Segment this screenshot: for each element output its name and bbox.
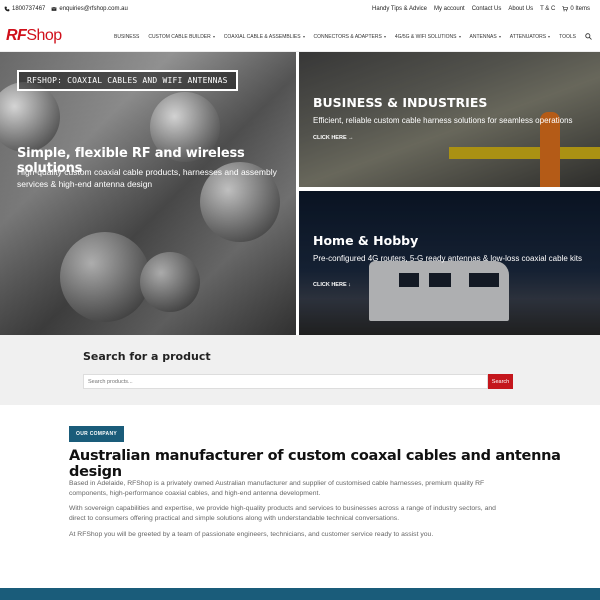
site-logo[interactable]: RFShop: [6, 27, 62, 45]
hero-shade: [0, 52, 296, 335]
main-nav: BUSINESS CUSTOM CABLE BUILDER COAXIAL CA…: [114, 33, 592, 40]
search-heading: Search for a product: [83, 350, 211, 363]
nav-label: BUSINESS: [114, 33, 140, 40]
chevron-down-icon: [383, 35, 386, 38]
phone-number: 1800737467: [12, 6, 46, 12]
company-paragraph-1: Based in Adelaide, RFShop is a privately…: [69, 480, 485, 497]
chevron-down-icon: [212, 35, 215, 38]
nav-4g5g-wifi[interactable]: 4G/5G & WIFI SOLUTIONS: [395, 34, 461, 40]
nav-label: ATTENUATORS: [509, 33, 547, 40]
cart-count: 0 Items: [570, 6, 590, 12]
nav-tools[interactable]: TOOLS: [559, 34, 576, 40]
nav-label: CONNECTORS & ADAPTERS: [313, 33, 382, 40]
chevron-down-icon: [498, 35, 501, 38]
top-bar: 1800737467 enquiries@rfshop.com.au Handy…: [0, 0, 600, 20]
business-title: BUSINESS & INDUSTRIES: [313, 95, 488, 110]
cart-icon: [562, 6, 569, 12]
search-icon[interactable]: [585, 33, 592, 40]
phone-icon: [4, 6, 10, 12]
hero-banner[interactable]: RFSHOP: COAXIAL CABLES AND WIFI ANTENNAS…: [0, 52, 296, 335]
hobby-cta-link[interactable]: CLICK HERE ↓: [313, 282, 351, 288]
top-link-about[interactable]: About Us: [508, 6, 533, 12]
top-links: Handy Tips & Advice My account Contact U…: [372, 6, 590, 12]
chevron-down-icon: [302, 35, 305, 38]
company-tag: OUR COMPANY: [69, 426, 124, 442]
business-panel[interactable]: BUSINESS & INDUSTRIES Efficient, reliabl…: [299, 52, 600, 187]
cart-link[interactable]: 0 Items: [562, 6, 590, 12]
logo-rf: RF: [6, 27, 27, 44]
hobby-desc: Pre-configured 4G routers, 5-G ready ant…: [313, 254, 583, 263]
nav-attenuators[interactable]: ATTENUATORS: [509, 33, 551, 40]
search-button[interactable]: Search: [488, 374, 513, 389]
email-icon: [51, 7, 57, 11]
company-paragraph-2: With sovereign capabilities and expertis…: [69, 505, 496, 522]
top-link-contact[interactable]: Contact Us: [472, 6, 502, 12]
hobby-title: Home & Hobby: [313, 233, 419, 248]
nav-label: ANTENNAS: [469, 33, 497, 40]
main-header: RFShop BUSINESS CUSTOM CABLE BUILDER COA…: [0, 20, 600, 52]
phone-link[interactable]: 1800737467: [4, 6, 45, 12]
top-link-account[interactable]: My account: [434, 6, 465, 12]
nav-label: 4G/5G & WIFI SOLUTIONS: [394, 33, 457, 40]
nav-label: TOOLS: [559, 33, 576, 40]
top-link-tips[interactable]: Handy Tips & Advice: [372, 6, 427, 12]
search-input[interactable]: [83, 374, 488, 389]
chevron-down-icon: [458, 35, 461, 38]
contact-info: 1800737467 enquiries@rfshop.com.au: [4, 6, 128, 12]
company-heading: Australian manufacturer of custom coaxal…: [69, 448, 561, 480]
email-link[interactable]: enquiries@rfshop.com.au: [51, 6, 128, 12]
logo-shop: Shop: [26, 27, 62, 44]
company-paragraph-3: At RFShop you will be greeted by a team …: [69, 531, 434, 538]
business-desc: Efficient, reliable custom cable harness…: [313, 116, 573, 125]
nav-connectors[interactable]: CONNECTORS & ADAPTERS: [314, 34, 386, 40]
email-address: enquiries@rfshop.com.au: [59, 6, 128, 12]
nav-business[interactable]: BUSINESS: [114, 34, 139, 40]
chevron-down-icon: [548, 35, 551, 38]
nav-label: CUSTOM CABLE BUILDER: [148, 33, 211, 40]
hero-badge: RFSHOP: COAXIAL CABLES AND WIFI ANTENNAS: [17, 70, 238, 91]
top-link-tc[interactable]: T & C: [540, 6, 555, 12]
nav-antennas[interactable]: ANTENNAS: [470, 34, 501, 40]
nav-label: COAXIAL CABLE & ASSEMBLIES: [223, 33, 301, 40]
footer-strip: [0, 588, 600, 600]
nav-custom-cable-builder[interactable]: CUSTOM CABLE BUILDER: [148, 33, 215, 40]
hero-subtitle: High-quality custom coaxial cable produc…: [17, 167, 277, 189]
business-cta-link[interactable]: CLICK HERE →: [313, 135, 354, 141]
nav-coaxial-cable[interactable]: COAXIAL CABLE & ASSEMBLIES: [224, 34, 305, 40]
product-search-section: Search for a product Search: [0, 335, 600, 405]
hobby-panel[interactable]: Home & Hobby Pre-configured 4G routers, …: [299, 191, 600, 335]
company-section: OUR COMPANY Australian manufacturer of c…: [0, 405, 600, 588]
